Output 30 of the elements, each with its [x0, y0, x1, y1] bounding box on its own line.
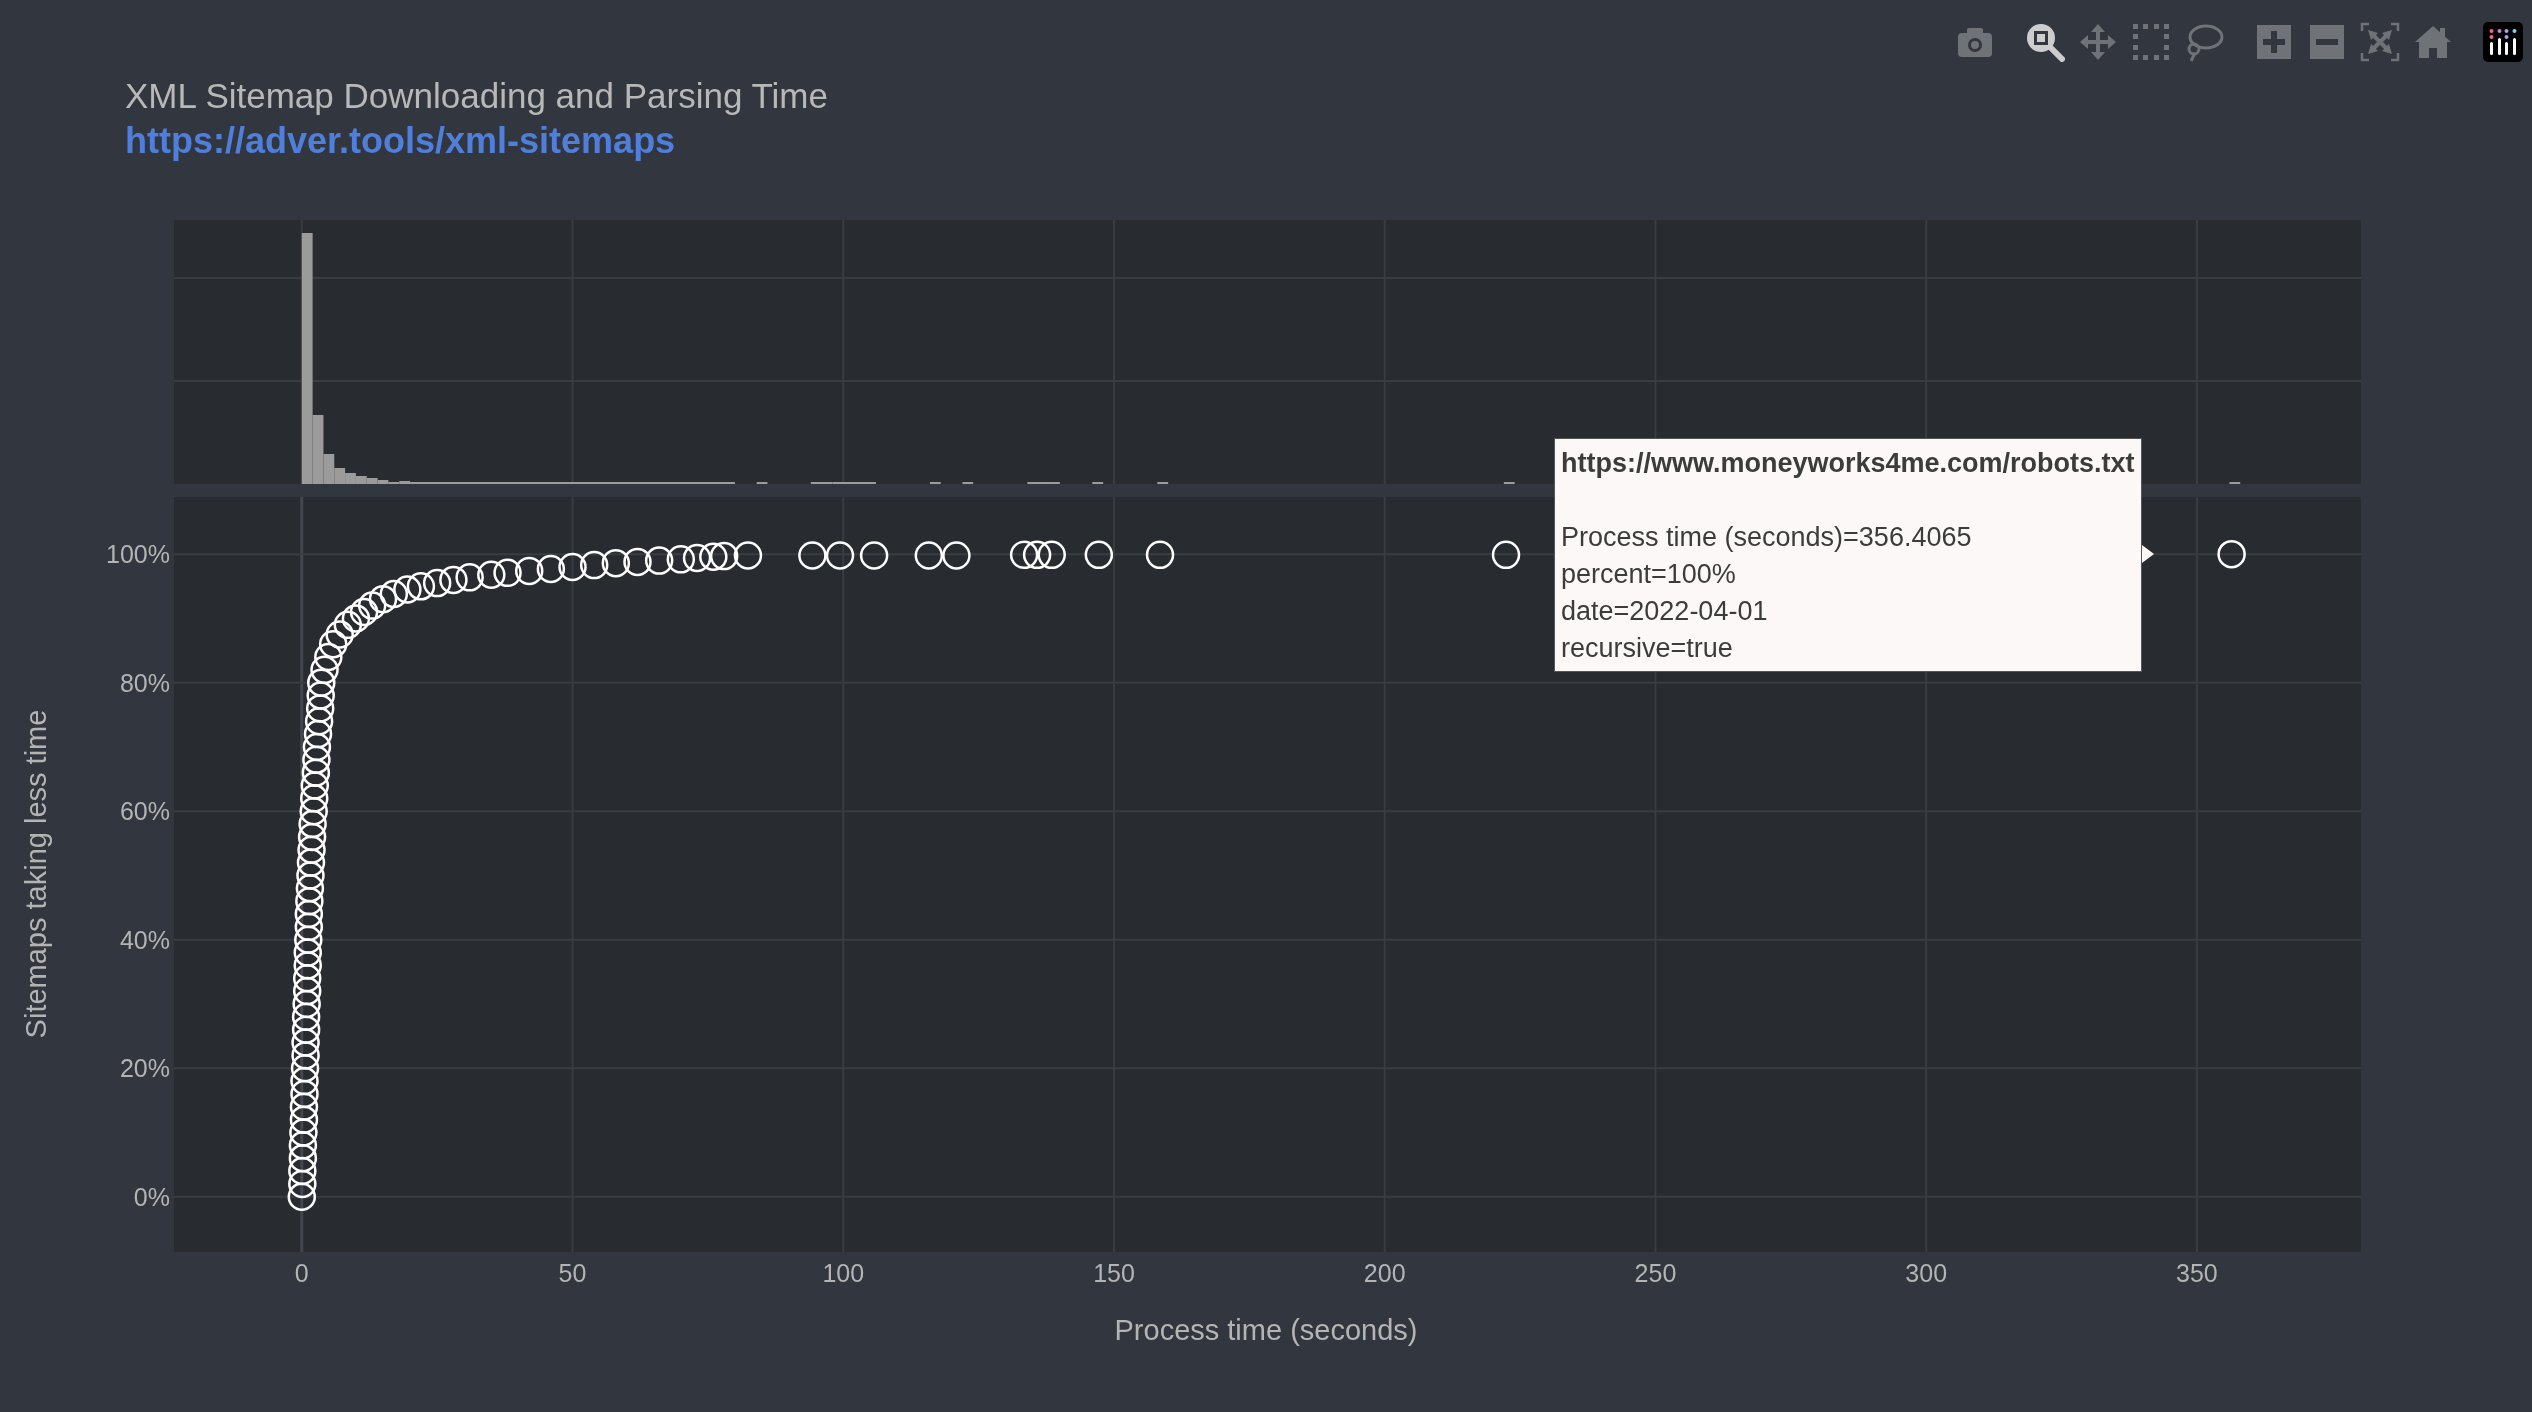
zoom-in-icon[interactable] — [2254, 22, 2294, 62]
x-axis-title: Process time (seconds) — [1114, 1314, 1418, 1346]
zoom-icon[interactable] — [2025, 22, 2065, 62]
chart-title: XML Sitemap Downloading and Parsing Time — [125, 75, 828, 117]
x-tick-label: 300 — [1905, 1259, 1948, 1287]
x-tick-label: 250 — [1634, 1259, 1677, 1287]
y-tick-label: 100% — [106, 540, 170, 569]
x-tick-label: 100 — [822, 1259, 865, 1287]
chart-link[interactable]: https://adver.tools/xml-sitemaps — [125, 120, 676, 161]
x-tick-label: 350 — [2176, 1259, 2218, 1287]
x-tick-label: 150 — [1093, 1259, 1135, 1287]
zoom-out-icon[interactable] — [2307, 22, 2347, 62]
y-axis-title: Sitemaps taking less time — [20, 709, 52, 1039]
tooltip-line: date=2022-04-01 — [1561, 595, 1769, 628]
autoscale-icon[interactable] — [2360, 22, 2400, 62]
tooltip-line: Process time (seconds)=356.4065 — [1561, 521, 1973, 554]
tooltip-line: recursive=true — [1561, 632, 1734, 665]
tooltip-title: https://www.moneyworks4me.com/robots.txt — [1561, 447, 2135, 480]
y-tick-label: 20% — [119, 1054, 170, 1083]
move-icon[interactable] — [2078, 22, 2118, 62]
y-tick-label: 40% — [119, 925, 170, 954]
y-tick-label: 80% — [119, 668, 170, 697]
x-tick-label: 0 — [294, 1259, 309, 1287]
y-tick-label: 0% — [133, 1182, 170, 1211]
x-tick-label: 200 — [1363, 1259, 1406, 1287]
y-tick-label: 60% — [119, 797, 170, 826]
tooltip-line: percent=100% — [1561, 558, 1737, 591]
box-select-icon[interactable] — [2131, 22, 2171, 62]
logo-icon[interactable] — [2483, 22, 2523, 62]
x-tick-label: 50 — [558, 1259, 587, 1287]
